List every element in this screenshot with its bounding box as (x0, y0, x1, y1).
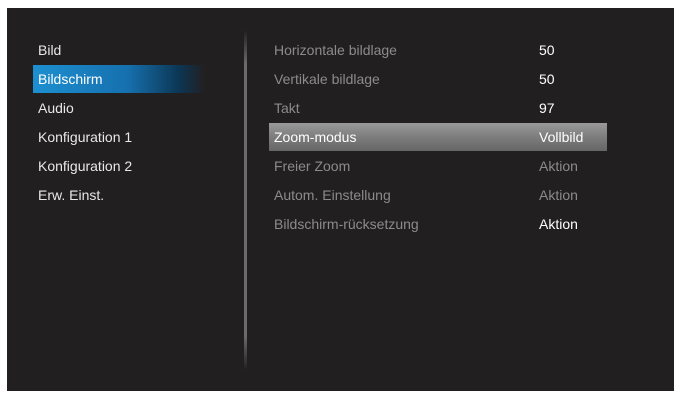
osd-screen: Bild Bildschirm Audio Konfiguration 1 Ko… (7, 8, 674, 391)
setting-freier-zoom[interactable]: Freier Zoom Aktion (269, 152, 609, 180)
setting-value: 50 (539, 42, 555, 58)
menu-item-audio[interactable]: Audio (7, 94, 207, 122)
setting-value: 97 (539, 100, 555, 116)
setting-value: Aktion (539, 158, 578, 174)
menu-item-erw-einst[interactable]: Erw. Einst. (7, 181, 207, 209)
setting-value: Vollbild (539, 129, 584, 145)
menu-item-bildschirm[interactable]: Bildschirm (33, 65, 205, 93)
setting-horizontale-bildlage[interactable]: Horizontale bildlage 50 (269, 36, 609, 64)
menu-divider (244, 30, 247, 370)
setting-label: Bildschirm-rücksetzung (274, 216, 419, 232)
menu-item-konfiguration-1[interactable]: Konfiguration 1 (7, 123, 207, 151)
setting-autom-einstellung[interactable]: Autom. Einstellung Aktion (269, 181, 609, 209)
setting-label: Takt (274, 100, 300, 116)
setting-value: Aktion (539, 216, 578, 232)
setting-takt[interactable]: Takt 97 (269, 94, 609, 122)
setting-value: Aktion (539, 187, 578, 203)
setting-label: Vertikale bildlage (274, 71, 380, 87)
setting-zoom-modus[interactable]: Zoom-modus Vollbild (269, 123, 607, 151)
setting-bildschirm-ruecksetzung[interactable]: Bildschirm-rücksetzung Aktion (269, 210, 609, 238)
setting-vertikale-bildlage[interactable]: Vertikale bildlage 50 (269, 65, 609, 93)
setting-label: Freier Zoom (274, 158, 351, 174)
menu-item-bild[interactable]: Bild (7, 36, 207, 64)
setting-label: Zoom-modus (274, 129, 357, 145)
setting-value: 50 (539, 71, 555, 87)
setting-label: Horizontale bildlage (274, 42, 397, 58)
menu-item-konfiguration-2[interactable]: Konfiguration 2 (7, 152, 207, 180)
setting-label: Autom. Einstellung (274, 187, 391, 203)
